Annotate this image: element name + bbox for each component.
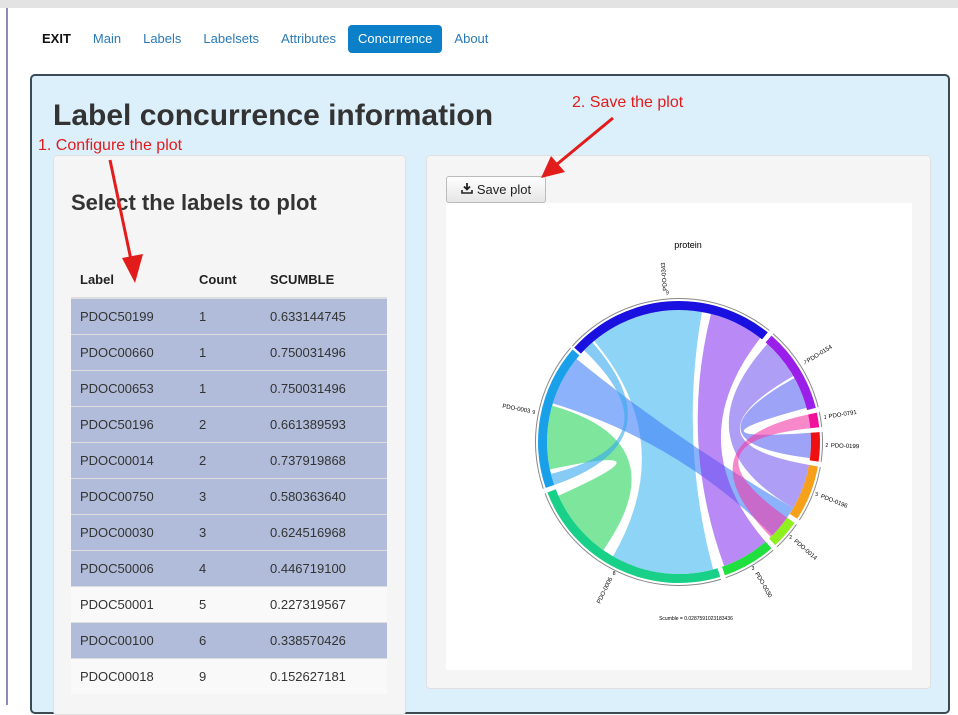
sector-axis	[818, 412, 823, 428]
nav-attributes[interactable]: Attributes	[271, 25, 346, 53]
cell-label: PDOC00750	[71, 478, 190, 515]
chord-diagram: protein 9PDO-03437 PDO-01541 PDO-07912 PDO-…	[502, 240, 860, 622]
cell-label: PDOC00660	[71, 334, 190, 371]
cell-count: 3	[190, 478, 261, 515]
panel-subtitle: Select the labels to plot	[71, 190, 317, 215]
column-header-count[interactable]: Count	[190, 262, 261, 299]
cell-scumble: 0.624516968	[261, 514, 387, 551]
save-plot-label: Save plot	[476, 182, 532, 197]
cell-scumble: 0.750031496	[261, 370, 387, 407]
left-rule	[6, 8, 8, 705]
sector-label: PDO-0006	[596, 576, 614, 605]
cell-count: 6	[190, 622, 261, 659]
chord-sector	[809, 432, 820, 462]
annotation-save: 2. Save the plot	[572, 94, 684, 111]
cell-scumble: 0.446719100	[261, 550, 387, 587]
sector-tick-label: 7	[804, 361, 807, 367]
table-row[interactable]: PDOC50006 4 0.446719100	[71, 550, 387, 587]
cell-label: PDOC50001	[71, 586, 190, 623]
cell-scumble: 0.152627181	[261, 658, 387, 694]
cell-scumble: 0.661389593	[261, 406, 387, 443]
sector-tick-label: 9	[532, 410, 535, 416]
labels-table: Label Count SCUMBLE PDOC50199 1 0.63314474…	[71, 262, 387, 694]
cell-scumble: 0.338570426	[261, 622, 387, 659]
sector-tick-label: 2	[789, 535, 792, 541]
cell-scumble: 0.750031496	[261, 334, 387, 371]
plot-area: protein 9 PDO-0343 7 PDO-0154 1 PDO-0791 2 PDO-…	[446, 203, 912, 670]
nav-about[interactable]: About	[444, 25, 498, 53]
cell-count: 1	[190, 297, 261, 335]
sector-label: PDO-0791	[828, 410, 858, 420]
table-row[interactable]: PDOC50196 2 0.661389593	[71, 406, 387, 443]
column-header-scumble[interactable]: SCUMBLE	[261, 262, 387, 299]
table-row[interactable]: PDOC00750 3 0.580363640	[71, 478, 387, 515]
cell-scumble: 0.737919868	[261, 442, 387, 479]
cell-label: PDOC00030	[71, 514, 190, 551]
sector-label: PDO-0199	[831, 443, 860, 450]
cell-count: 1	[190, 334, 261, 371]
sector-tick-label: 2	[826, 443, 829, 449]
cell-label: PDOC50199	[71, 297, 190, 335]
nav-main[interactable]: Main	[83, 25, 131, 53]
cell-label: PDOC00014	[71, 442, 190, 479]
sector-tick-label: 3	[815, 492, 818, 498]
cell-scumble: 0.580363640	[261, 478, 387, 515]
cell-count: 3	[190, 514, 261, 551]
sector-label: PDO-0154	[806, 344, 834, 364]
plot-title: protein	[674, 240, 702, 250]
cell-count: 9	[190, 658, 261, 694]
cell-label: PDOC00653	[71, 370, 190, 407]
column-header-label[interactable]: Label	[71, 262, 190, 299]
nav-labels[interactable]: Labels	[133, 25, 191, 53]
cell-count: 5	[190, 586, 261, 623]
nav-concurrence[interactable]: Concurrence	[347, 25, 443, 53]
page-title: Label concurrence information	[53, 99, 494, 132]
sector-label: PDO-0014	[792, 539, 818, 563]
cell-label: PDOC00018	[71, 658, 190, 694]
cell-label: PDOC50196	[71, 406, 190, 443]
table-header-row: Label Count SCUMBLE	[71, 262, 387, 299]
top-nav: EXIT Main Labels Labelsets Attributes Co…	[30, 24, 500, 54]
sector-label: PDO-0343	[661, 262, 669, 291]
sector-label: PDO-0030	[753, 571, 773, 599]
table-row[interactable]: PDOC00030 3 0.624516968	[71, 514, 387, 551]
top-border	[0, 0, 958, 8]
table-row[interactable]: PDOC50199 1 0.633144745	[71, 297, 387, 335]
table-row[interactable]: PDOC00653 1 0.750031496	[71, 370, 387, 407]
cell-count: 4	[190, 550, 261, 587]
cell-count: 2	[190, 442, 261, 479]
cell-scumble: 0.227319567	[261, 586, 387, 623]
cell-count: 1	[190, 370, 261, 407]
cell-scumble: 0.633144745	[261, 297, 387, 335]
sector-label: PDO-0003	[502, 404, 532, 415]
download-icon	[461, 182, 473, 197]
table-row[interactable]: PDOC00018 9 0.152627181	[71, 658, 387, 694]
cell-count: 2	[190, 406, 261, 443]
table-row[interactable]: PDOC00014 2 0.737919868	[71, 442, 387, 479]
sector-label: PDO-0196	[820, 494, 849, 510]
sector-tick-label: 8	[613, 571, 616, 577]
plot-footer: Scumble = 0.0287591023183436	[659, 616, 733, 622]
save-plot-button[interactable]: Save plot	[446, 176, 546, 203]
table-row[interactable]: PDOC00100 6 0.338570426	[71, 622, 387, 659]
cell-label: PDOC50006	[71, 550, 190, 587]
sector-tick-label: 3	[752, 566, 755, 572]
sector-tick-label: 1	[824, 415, 827, 421]
nav-exit[interactable]: EXIT	[30, 25, 81, 53]
table-row[interactable]: PDOC00660 1 0.750031496	[71, 334, 387, 371]
nav-labelsets[interactable]: Labelsets	[193, 25, 269, 53]
annotation-configure: 1. Configure the plot	[38, 137, 183, 154]
cell-label: PDOC00100	[71, 622, 190, 659]
sector-axis	[820, 431, 823, 463]
table-row[interactable]: PDOC50001 5 0.227319567	[71, 586, 387, 623]
